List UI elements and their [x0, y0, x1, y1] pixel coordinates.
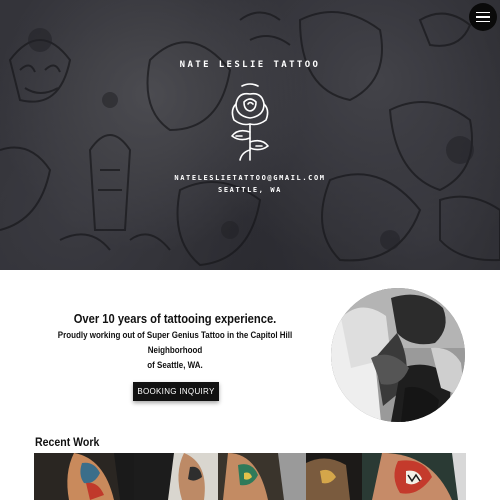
booking-inquiry-button[interactable]: BOOKING INQUIRY	[133, 382, 219, 401]
hamburger-menu-icon-line	[476, 16, 490, 18]
contact-email[interactable]: NATELESLIETATTOO@GMAIL.COM	[0, 172, 500, 184]
gallery-thumbnail[interactable]	[34, 453, 134, 500]
contact-location: SEATTLE, WA	[218, 186, 282, 194]
rose-logo-icon	[231, 83, 269, 161]
about-headline: Over 10 years of tattooing experience.	[73, 311, 277, 326]
about-description: Proudly working out of Super Genius Tatt…	[53, 328, 297, 373]
gallery-thumbnail[interactable]	[306, 453, 362, 500]
site-title[interactable]: NATE LESLIE TATTOO	[0, 60, 500, 70]
about-description-line: Proudly working out of Super Genius Tatt…	[57, 330, 293, 356]
gallery-thumbnail[interactable]	[218, 453, 306, 500]
recent-work-heading: Recent Work	[35, 435, 100, 449]
hero-banner: NATE LESLIE TATTOO NATELESLIETATTOO@GMAI…	[0, 0, 500, 270]
gallery-thumbnail[interactable]	[362, 453, 466, 500]
contact-block: NATELESLIETATTOO@GMAIL.COM SEATTLE, WA	[0, 172, 500, 196]
hamburger-menu-icon	[476, 11, 490, 14]
menu-button[interactable]	[469, 3, 497, 31]
gallery-thumbnail[interactable]	[134, 453, 218, 500]
artist-portrait	[331, 288, 465, 422]
artist-portrait-image	[331, 288, 465, 422]
recent-work-gallery	[34, 453, 466, 500]
about-description-line: of Seattle, WA.	[147, 360, 203, 371]
hamburger-menu-icon-line	[476, 20, 490, 23]
